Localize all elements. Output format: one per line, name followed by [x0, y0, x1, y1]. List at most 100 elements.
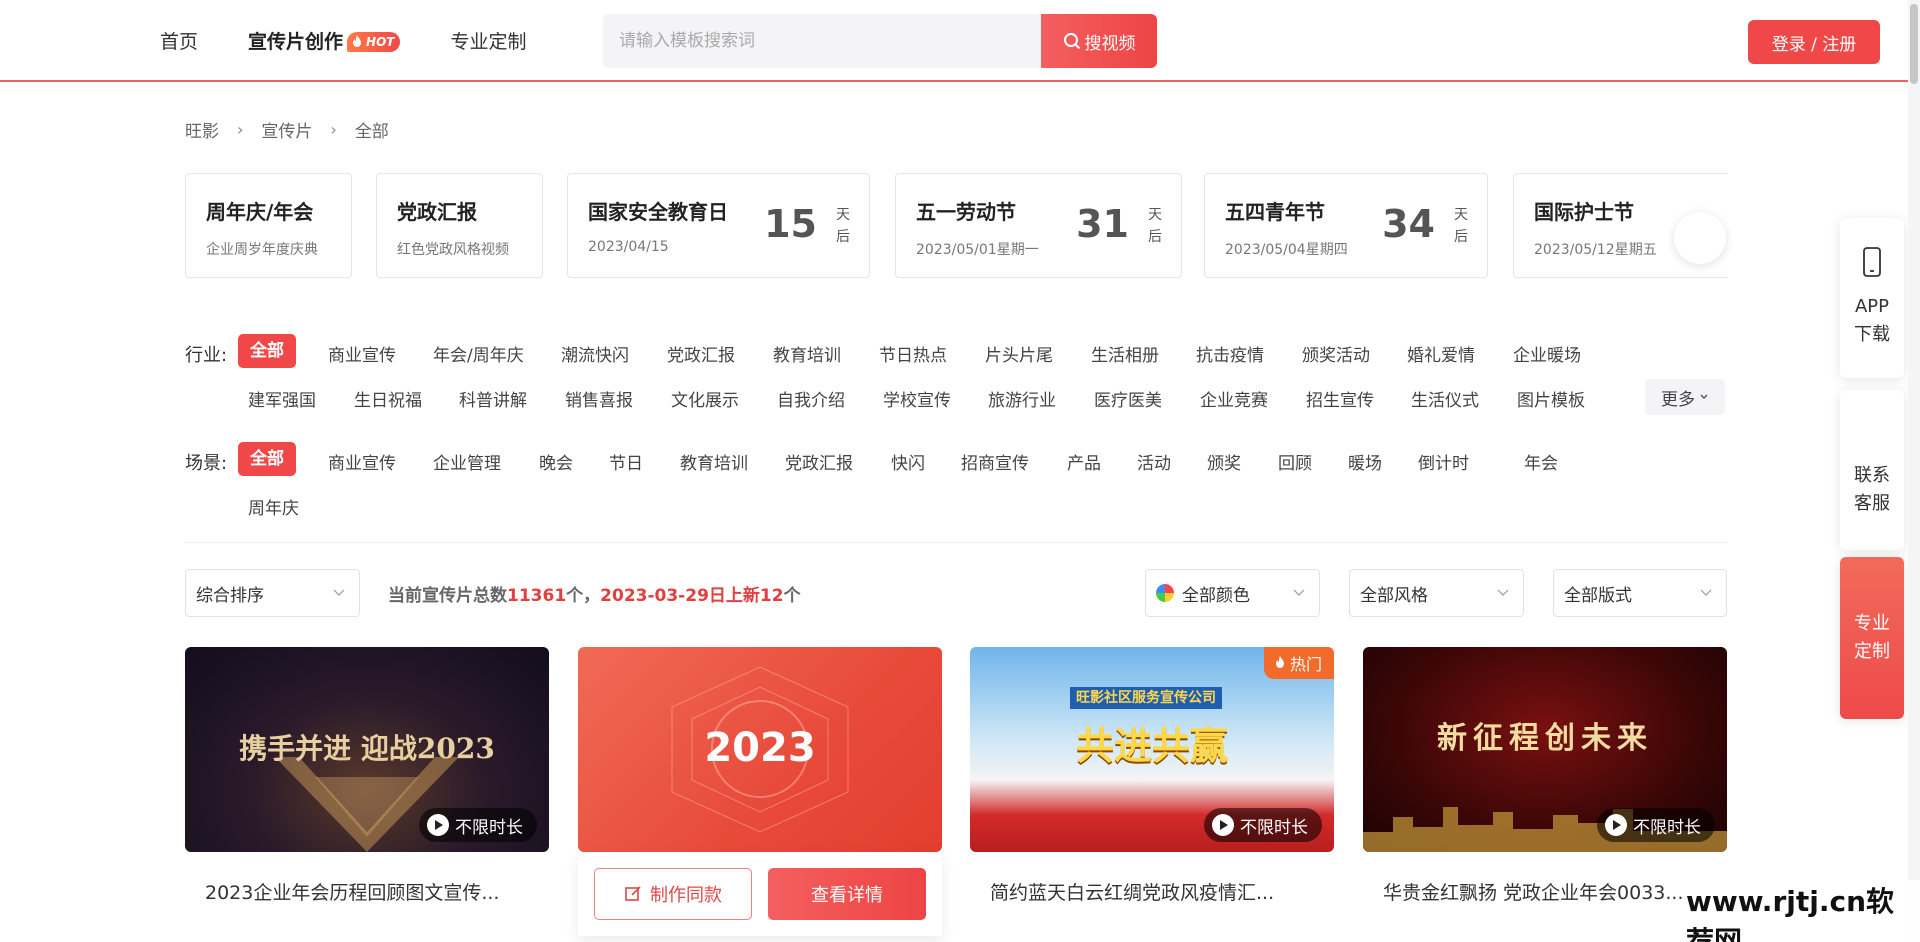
app-download-label: APP下载: [1854, 296, 1890, 345]
color-select[interactable]: 全部颜色: [1145, 569, 1320, 617]
filter-tag[interactable]: 抗击疫情: [1196, 341, 1264, 366]
holiday-unit: 天后: [1454, 207, 1468, 245]
filter-tag[interactable]: 节日: [609, 449, 643, 474]
nav-create[interactable]: 宣传片创作 HOT: [248, 27, 401, 54]
filter-tag[interactable]: 招生宣传: [1306, 386, 1374, 411]
filter-tag[interactable]: 商业宣传: [328, 341, 396, 366]
more-button[interactable]: 更多: [1645, 379, 1725, 415]
filter-tag[interactable]: 建军强国: [248, 386, 316, 411]
stats-mid: 个，: [566, 586, 601, 606]
breadcrumb-item[interactable]: 旺影: [185, 117, 219, 142]
filter-tag[interactable]: 企业竞赛: [1200, 386, 1268, 411]
holiday-card[interactable]: 党政汇报 红色党政风格视频: [376, 173, 543, 278]
sort-select[interactable]: 综合排序: [185, 569, 360, 617]
filter-tag[interactable]: 婚礼爱情: [1407, 341, 1475, 366]
breadcrumb-item: 全部: [354, 122, 389, 142]
video-title[interactable]: 2023企业年会历程回顾图文宣传...: [185, 878, 535, 905]
video-thumbnail[interactable]: 新征程创未来 不限时长: [1363, 647, 1727, 852]
video-thumbnail[interactable]: 2023: [578, 647, 942, 852]
make-same-label: 制作同款: [650, 885, 722, 906]
customer-service-widget[interactable]: 联系客服: [1840, 390, 1904, 550]
filter-tag[interactable]: 生活相册: [1091, 341, 1159, 366]
filter-tag[interactable]: 节日热点: [879, 341, 947, 366]
filter-tag[interactable]: 销售喜报: [565, 386, 633, 411]
breadcrumb: 旺影 › 宣传片 › 全部: [185, 117, 389, 142]
video-title[interactable]: 华贵金红飘扬 党政企业年会0033...: [1363, 878, 1713, 905]
filter-tag[interactable]: 晚会: [539, 449, 573, 474]
divider: [185, 542, 1727, 543]
format-select[interactable]: 全部版式: [1553, 569, 1727, 617]
holiday-card[interactable]: 周年庆/年会 企业周岁年度庆典: [185, 173, 352, 278]
thumb-text: 新征程创未来: [1437, 721, 1653, 756]
filter-tag[interactable]: 产品: [1067, 449, 1101, 474]
search-button[interactable]: 搜视频: [1041, 14, 1157, 68]
filter-tag[interactable]: 企业暖场: [1513, 341, 1581, 366]
duration-badge: 不限时长: [1204, 808, 1322, 842]
filter-tag[interactable]: 招商宣传: [961, 449, 1029, 474]
pro-custom-widget[interactable]: 专业定制: [1840, 557, 1904, 719]
filter-tag[interactable]: 科普讲解: [459, 386, 527, 411]
filter-tag[interactable]: 旅游行业: [988, 386, 1056, 411]
filter-tag[interactable]: 学校宣传: [883, 386, 951, 411]
main-nav: 首页 宣传片创作 HOT 专业定制: [160, 0, 526, 80]
filter-tag[interactable]: 文化展示: [671, 386, 739, 411]
filter-tag[interactable]: 自我介绍: [777, 386, 845, 411]
filter-tag[interactable]: 医疗医美: [1094, 386, 1162, 411]
thumb-text: 2023: [704, 725, 816, 771]
next-arrow-button[interactable]: [1674, 212, 1726, 264]
filter-tag[interactable]: 片头片尾: [985, 341, 1053, 366]
duration-label: 不限时长: [455, 817, 523, 838]
stats-total: 11361: [507, 586, 567, 606]
filter-tag[interactable]: 暖场: [1348, 449, 1382, 474]
filter-tag[interactable]: 图片模板: [1517, 386, 1585, 411]
filter-tag[interactable]: 颁奖活动: [1302, 341, 1370, 366]
video-card[interactable]: 旺影社区服务宣传公司 共进共赢 热门 不限时长 简约蓝天白云红绸党政风疫情汇..…: [970, 647, 1334, 905]
chevron-down-icon: [1700, 394, 1708, 399]
video-card[interactable]: 新征程创未来 不限时长 华贵金红飘扬 党政企业年会0033...: [1363, 647, 1727, 905]
filter-tag[interactable]: 快闪: [891, 449, 925, 474]
view-detail-button[interactable]: 查看详情: [768, 868, 926, 920]
filter-tag[interactable]: 企业管理: [433, 449, 501, 474]
holiday-card[interactable]: 五四青年节 2023/05/04星期四 34 天后: [1204, 173, 1488, 278]
filter-tag[interactable]: 生日祝福: [354, 386, 422, 411]
style-select[interactable]: 全部风格: [1349, 569, 1524, 617]
filter-tag[interactable]: 全部: [238, 442, 296, 476]
filter-tag[interactable]: 年会: [1524, 449, 1558, 474]
page-scrollbar[interactable]: [1908, 0, 1920, 942]
filter-tag[interactable]: 周年庆: [248, 494, 299, 519]
filter-tag[interactable]: 活动: [1137, 449, 1171, 474]
filter-tag[interactable]: 倒计时: [1418, 449, 1469, 474]
filter-tag[interactable]: 教育培训: [680, 449, 748, 474]
filter-tag[interactable]: 颁奖: [1207, 449, 1241, 474]
login-button[interactable]: 登录 / 注册: [1748, 20, 1880, 64]
search-input[interactable]: [603, 14, 1041, 68]
filter-tag[interactable]: 潮流快闪: [561, 341, 629, 366]
filter-tag[interactable]: 年会/周年庆: [433, 341, 524, 366]
breadcrumb-item[interactable]: 宣传片: [261, 117, 312, 142]
stats-prefix: 当前宣传片总数: [388, 586, 507, 606]
scrollbar-thumb[interactable]: [1910, 4, 1918, 84]
chevron-down-icon: [1700, 589, 1712, 596]
video-thumbnail[interactable]: 旺影社区服务宣传公司 共进共赢 热门 不限时长: [970, 647, 1334, 852]
holiday-card[interactable]: 五一劳动节 2023/05/01星期一 31 天后: [895, 173, 1182, 278]
filter-tag[interactable]: 商业宣传: [328, 449, 396, 474]
filter-tag[interactable]: 生活仪式: [1411, 386, 1479, 411]
holiday-card[interactable]: 国家安全教育日 2023/04/15 15 天后: [567, 173, 870, 278]
video-title[interactable]: 简约蓝天白云红绸党政风疫情汇...: [970, 878, 1320, 905]
filter-tag[interactable]: 回顾: [1278, 449, 1312, 474]
filter-tag[interactable]: 党政汇报: [785, 449, 853, 474]
filter-tag[interactable]: 党政汇报: [667, 341, 735, 366]
flame-icon: [1275, 656, 1284, 668]
holiday-days: 31: [1076, 202, 1129, 246]
nav-home[interactable]: 首页: [160, 27, 198, 54]
hot-tag-label: 热门: [1289, 655, 1322, 674]
app-download-widget[interactable]: APP下载: [1840, 218, 1904, 378]
nav-custom[interactable]: 专业定制: [450, 27, 526, 54]
video-thumbnail[interactable]: 携手并进 迎战2023 不限时长: [185, 647, 549, 852]
video-card[interactable]: 携手并进 迎战2023 不限时长 2023企业年会历程回顾图文宣传...: [185, 647, 549, 905]
play-icon: [427, 814, 449, 836]
make-same-button[interactable]: 制作同款: [594, 868, 752, 920]
filter-tag[interactable]: 全部: [238, 334, 296, 368]
video-card-hovered[interactable]: 2023 制作同款 查看详情: [578, 647, 942, 936]
filter-tag[interactable]: 教育培训: [773, 341, 841, 366]
